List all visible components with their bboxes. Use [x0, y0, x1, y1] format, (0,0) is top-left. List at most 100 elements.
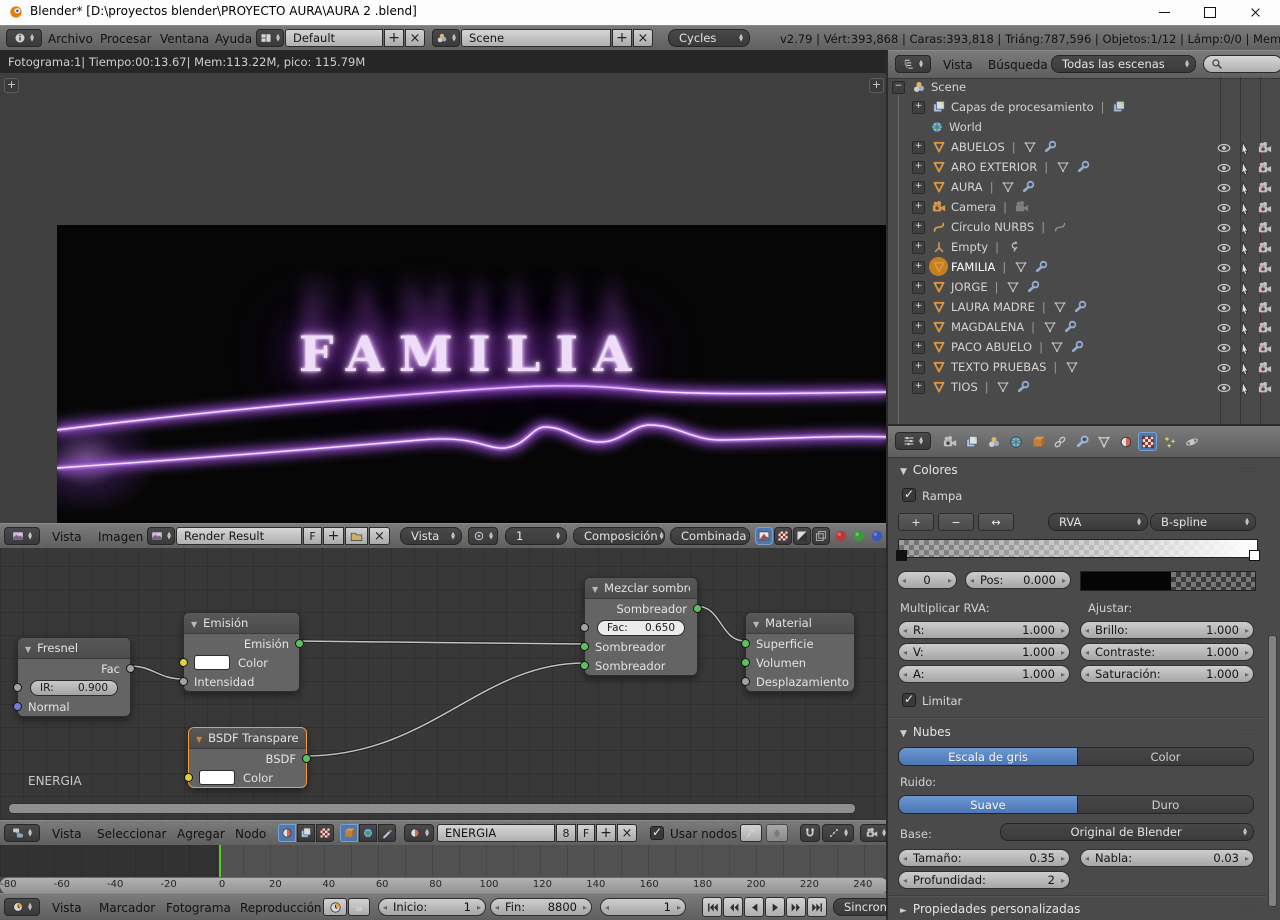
limitar-checkbox[interactable] [902, 692, 916, 707]
menu-ayuda[interactable]: Ayuda [215, 26, 252, 51]
outliner-item-paco-abuelo[interactable]: + PACO ABUELO | [888, 337, 1280, 357]
visibility-toggle[interactable] [1216, 280, 1231, 295]
unlink-material-button[interactable] [617, 824, 637, 842]
image-browse-button[interactable] [147, 527, 175, 545]
menu-nodo[interactable]: Nodo [235, 821, 266, 846]
visibility-toggle[interactable] [1216, 200, 1231, 215]
visibility-toggle[interactable] [1216, 320, 1231, 335]
menu-marcador[interactable]: Marcador [99, 894, 155, 920]
collapse-icon[interactable] [592, 581, 604, 595]
render-layer-select[interactable]: Combinada [670, 527, 750, 545]
preview-range-button[interactable] [323, 898, 347, 916]
input-socket[interactable] [580, 642, 589, 651]
expand-region-button[interactable]: + [4, 78, 19, 93]
field-brillo[interactable]: Brillo:1.000 [1080, 621, 1254, 639]
properties-tab-scene[interactable] [984, 432, 1003, 451]
visibility-toggle[interactable] [1216, 160, 1231, 175]
open-image-button[interactable] [345, 527, 368, 545]
node-header[interactable]: Fresnel [18, 638, 130, 659]
expand-toggle[interactable]: + [912, 300, 925, 314]
input-socket[interactable] [13, 683, 22, 692]
selectability-toggle[interactable] [1237, 240, 1252, 255]
panel-custom-props-header[interactable]: Propiedades personalizadas [900, 902, 1080, 916]
snap-mode-select[interactable] [822, 824, 854, 842]
node-editor-canvas[interactable]: FresnelFacIR:0.900NormalEmisiónEmisiónCo… [0, 548, 888, 820]
display-rgb-toggle[interactable] [755, 527, 773, 545]
properties-tab-constraints[interactable] [1050, 432, 1069, 451]
texture-nodes-toggle[interactable] [316, 824, 334, 842]
input-socket[interactable] [179, 677, 188, 686]
delete-layout-button[interactable] [405, 29, 425, 47]
outliner-item-scene[interactable]: − Scene [888, 77, 1280, 97]
visibility-toggle[interactable] [1216, 180, 1231, 195]
properties-tab-modifiers[interactable] [1072, 432, 1091, 451]
editor-type-button[interactable] [895, 432, 931, 450]
node-bsdf-transparen[interactable]: BSDF Transparen BSDFColor [184, 727, 311, 788]
menu-archivo[interactable]: Archivo [48, 26, 93, 51]
selectability-toggle[interactable] [1237, 260, 1252, 275]
expand-toggle[interactable]: + [912, 260, 925, 274]
horizontal-scrollbar[interactable] [8, 803, 856, 814]
field-contraste[interactable]: Contraste:1.000 [1080, 643, 1254, 661]
selectability-toggle[interactable] [1237, 220, 1252, 235]
jump-to-start-button[interactable] [702, 897, 722, 917]
node-header[interactable]: Material [746, 613, 854, 634]
color-ramp[interactable] [896, 539, 1260, 561]
compositing-nodes-toggle[interactable] [297, 824, 315, 842]
interpolation-select[interactable]: B-spline [1150, 513, 1256, 531]
properties-tab-object-data[interactable] [1094, 432, 1113, 451]
expand-toggle[interactable]: + [912, 240, 925, 254]
add-scene-button[interactable] [612, 29, 632, 47]
input-socket[interactable] [13, 702, 22, 711]
renderability-toggle[interactable] [1257, 320, 1272, 335]
node-material[interactable]: Material SuperficieVolumenDesplazamiento [741, 612, 855, 692]
color-swatch[interactable] [199, 770, 235, 785]
play-button[interactable] [765, 897, 785, 917]
expand-toggle[interactable]: + [912, 360, 925, 374]
properties-tab-particles[interactable] [1160, 432, 1179, 451]
expand-toggle[interactable]: − [892, 80, 905, 94]
panel-drag-dots[interactable]: :::: [1240, 727, 1256, 737]
outliner-scope-select[interactable]: Todas las escenas [1051, 55, 1196, 73]
use-nodes-checkbox[interactable] [650, 825, 664, 840]
selectability-toggle[interactable] [1237, 200, 1252, 215]
previous-keyframe-button[interactable] [723, 897, 743, 917]
ramp-stop-black[interactable] [896, 550, 907, 561]
end-frame-field[interactable]: Fin:8800 [490, 898, 592, 916]
current-frame-field[interactable]: 1 [600, 898, 686, 916]
collapse-icon[interactable] [191, 616, 203, 630]
color-mode-select[interactable]: RVA [1048, 513, 1148, 531]
delete-scene-button[interactable] [633, 29, 653, 47]
jump-to-end-button[interactable] [807, 897, 827, 917]
tamano-field[interactable]: Tamaño:0.35 [898, 849, 1070, 867]
fake-user-button[interactable]: F [577, 824, 595, 842]
outliner-item-tios[interactable]: + TIOS | [888, 377, 1280, 397]
node-field-ir-[interactable]: IR: 0.900 [30, 679, 118, 696]
pin-button[interactable] [740, 824, 762, 842]
input-socket[interactable] [741, 677, 750, 686]
go-to-parent-button[interactable] [766, 824, 788, 842]
expand-toggle[interactable]: + [912, 320, 925, 334]
outliner-item-capas-de-procesamiento[interactable]: + Capas de procesamiento | [888, 97, 1280, 117]
output-socket[interactable] [302, 754, 311, 763]
outliner-item-empty[interactable]: + Empty | [888, 237, 1280, 257]
start-frame-field[interactable]: Inicio:1 [378, 898, 486, 916]
timeline-ruler[interactable]: -80 -60 -40 -20 0 20 40 60 80 100 120 140 160 180 200 2… [0, 877, 888, 894]
properties-tab-physics[interactable] [1182, 432, 1201, 451]
node-emisi-n[interactable]: EmisiónEmisiónColorIntensidad [179, 612, 304, 692]
display-zbuffer-toggle[interactable] [793, 527, 811, 545]
panel-drag-dots[interactable]: :::: [1240, 465, 1256, 475]
renderability-toggle[interactable] [1257, 280, 1272, 295]
current-frame-playhead[interactable] [219, 845, 221, 877]
node-header[interactable]: Emisión [184, 613, 299, 634]
expand-toggle[interactable]: + [912, 100, 925, 114]
selectability-toggle[interactable] [1237, 160, 1252, 175]
properties-tab-material[interactable] [1116, 432, 1135, 451]
color-toggle[interactable]: Color [1078, 747, 1254, 766]
channel-blue-toggle[interactable] [868, 527, 885, 545]
node-field-fac-[interactable]: Fac: 0.650 [597, 619, 685, 636]
scene-browse-button[interactable] [432, 29, 460, 47]
outliner-item-camera[interactable]: + Camera | [888, 197, 1280, 217]
editor-type-button[interactable] [6, 29, 42, 47]
scene-name-field[interactable]: Scene [461, 29, 611, 47]
